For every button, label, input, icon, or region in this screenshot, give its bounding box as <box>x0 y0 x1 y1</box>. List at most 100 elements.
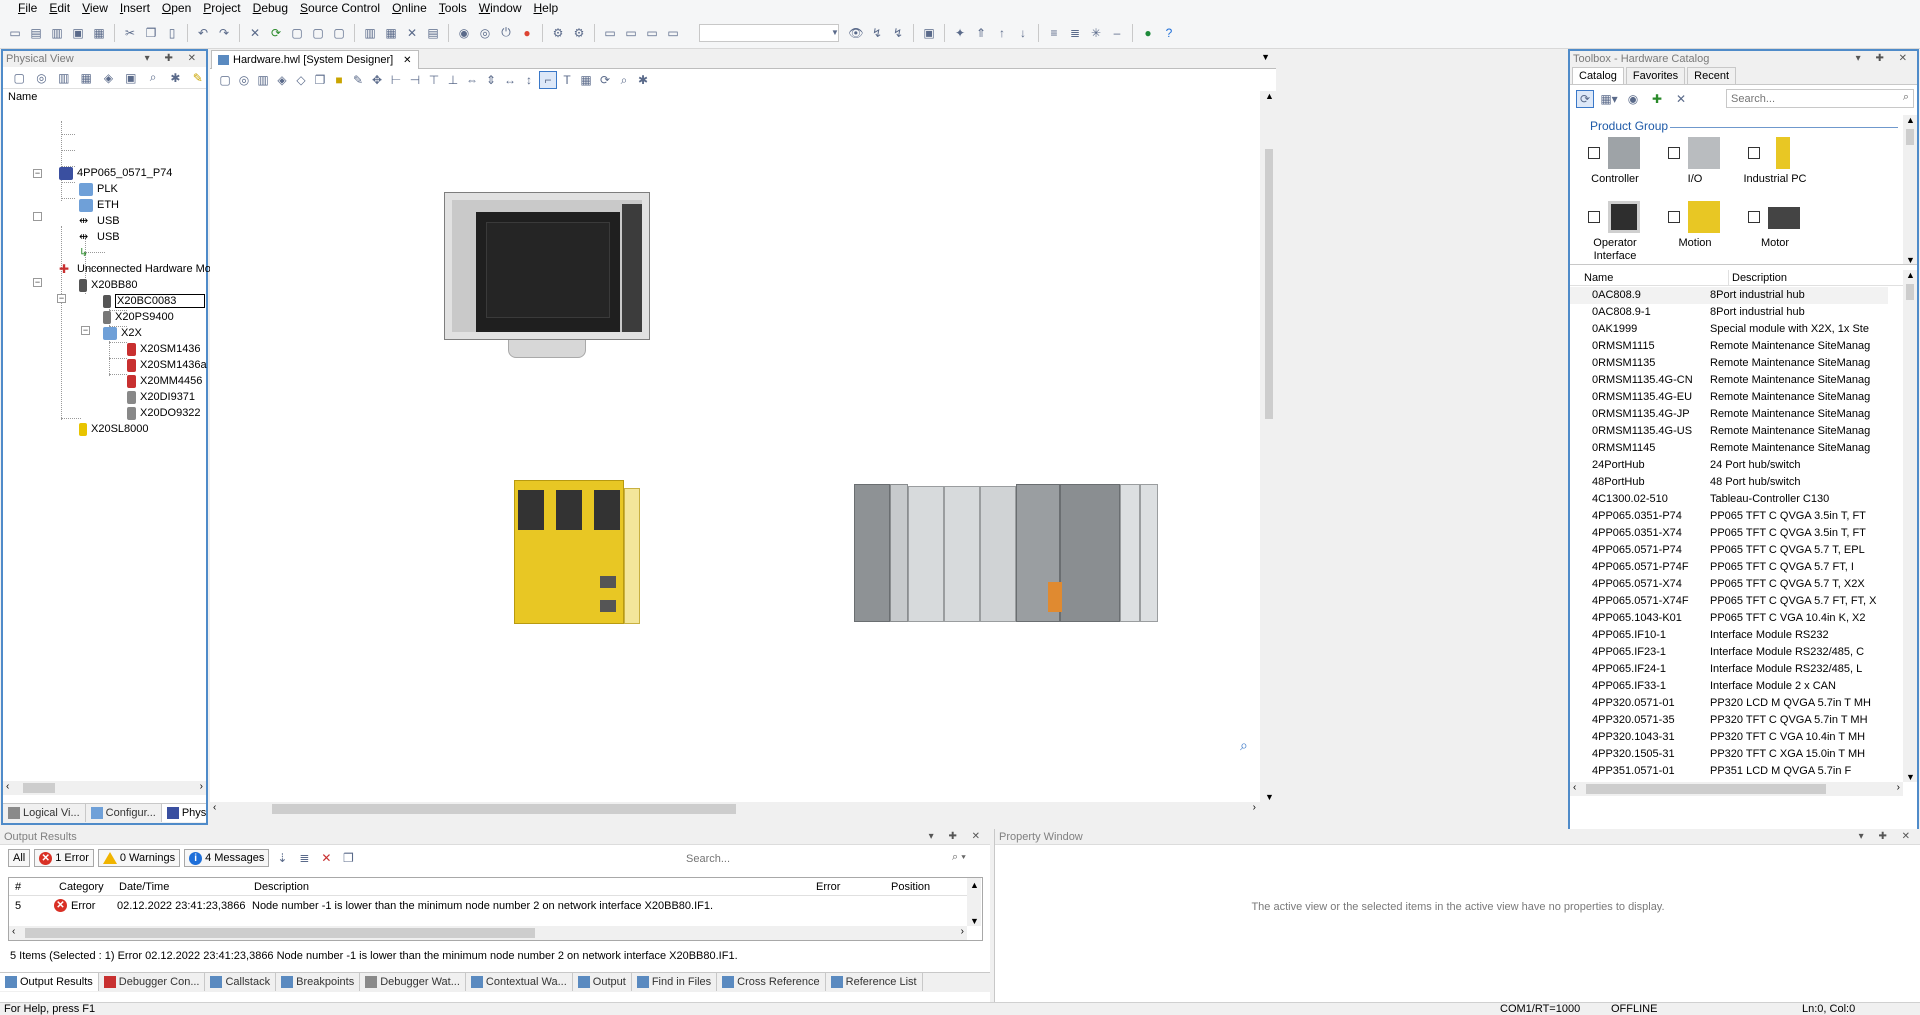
power-icon[interactable]: ⏻ <box>497 24 515 42</box>
window-icon[interactable]: ▭ <box>601 24 619 42</box>
panel-window-buttons[interactable]: ▾ ✚ ✕ <box>145 51 202 67</box>
column-position[interactable]: Position <box>891 878 930 896</box>
scroll-down-icon[interactable]: ▼ <box>970 916 979 926</box>
output-search-input[interactable] <box>682 849 978 868</box>
zoom-fit-icon[interactable]: ⌕ <box>1240 737 1248 754</box>
tab-catalog[interactable]: Catalog <box>1572 67 1624 84</box>
screen-icon[interactable]: ▣ <box>920 24 938 42</box>
build-icon[interactable]: ▥ <box>361 24 379 42</box>
motor-checkbox[interactable] <box>1748 211 1760 223</box>
tab-breakpoints[interactable]: Breakpoints <box>276 973 361 991</box>
collapse-toggle[interactable]: − <box>57 294 66 303</box>
tab-output[interactable]: Output <box>573 973 632 991</box>
menu-project[interactable]: Project <box>197 0 246 17</box>
tab-reference-list[interactable]: Reference List <box>826 973 923 991</box>
canvas-vscrollbar[interactable]: ▲ ▼ <box>1262 91 1276 802</box>
help-icon[interactable]: ? <box>1160 24 1178 42</box>
catalog-row[interactable]: 4PP320.1043-31 PP320 TFT C VGA 10.4in T M… <box>1570 729 1888 746</box>
collapse-toggle[interactable]: − <box>33 169 42 178</box>
product-group-motor[interactable]: Motor <box>1740 201 1810 261</box>
clear-filter-icon[interactable]: ✕ <box>1672 90 1690 108</box>
tab-contextual-wa[interactable]: Contextual Wa... <box>466 973 573 991</box>
filter-warnings-button[interactable]: 0 Warnings <box>97 849 181 867</box>
scroll-up-icon[interactable]: ▲ <box>1906 115 1915 125</box>
catalog-row[interactable]: 0AK1999 Special module with X2X, 1x Ste <box>1570 321 1888 338</box>
tree-item-connector[interactable]: ↳ <box>79 245 97 261</box>
pv-tool-icon[interactable]: ◈ <box>100 69 116 87</box>
pv-search-icon[interactable]: ⌕ <box>145 69 161 87</box>
catalog-row[interactable]: 4PP065.IF10-1 Interface Module RS232 <box>1570 627 1888 644</box>
tab-callstack[interactable]: Callstack <box>205 973 277 991</box>
globe-icon[interactable]: ● <box>1139 24 1157 42</box>
controller-checkbox[interactable] <box>1588 147 1600 159</box>
move-up-icon[interactable]: ⇑ <box>972 24 990 42</box>
scroll-left-icon[interactable]: ‹ <box>213 802 216 813</box>
pick-icon[interactable]: ✥ <box>368 71 386 89</box>
align-left-icon[interactable]: ⊢ <box>387 71 405 89</box>
catalog-row[interactable]: 24PortHub 24 Port hub/switch <box>1570 457 1888 474</box>
tree-item-plk[interactable]: PLK <box>79 181 118 197</box>
scroll-thumb[interactable] <box>1906 284 1914 300</box>
center-h-icon[interactable]: ⇔ <box>463 71 481 89</box>
menu-tools[interactable]: Tools <box>433 0 473 17</box>
design-canvas[interactable]: ⌕ <box>210 91 1260 802</box>
arrow-down-icon[interactable]: ↓ <box>1014 24 1032 42</box>
open-folder-icon[interactable]: ▥ <box>48 24 66 42</box>
filter-errors-button[interactable]: ✕ 1 Error <box>34 849 94 867</box>
scroll-down-icon[interactable]: ▼ <box>1906 772 1915 782</box>
lock-icon[interactable]: ■ <box>330 71 348 89</box>
find-icon[interactable]: ⌕ <box>615 71 633 89</box>
column-error[interactable]: Error <box>816 878 840 896</box>
tree-item-x20di9371[interactable]: X20DI9371 <box>127 389 195 405</box>
chevron-down-icon[interactable]: ▼ <box>826 24 844 42</box>
align-right-icon[interactable]: ⊣ <box>406 71 424 89</box>
tab-logical-view[interactable]: Logical Vi... <box>3 804 86 822</box>
x20-io-station-device[interactable] <box>854 478 1158 628</box>
scroll-left-icon[interactable]: ‹ <box>6 781 9 792</box>
tile-icon[interactable]: ▭ <box>622 24 640 42</box>
online-icon[interactable]: ◎ <box>476 24 494 42</box>
scroll-right-icon[interactable]: › <box>1253 802 1256 813</box>
catalog-row[interactable]: 0AC808.9-1 8Port industrial hub <box>1570 304 1888 321</box>
catalog-row[interactable]: 4PP320.0571-35 PP320 TFT C QVGA 5.7in T M… <box>1570 712 1888 729</box>
panel-window-buttons[interactable]: ▾ ✚ ✕ <box>1859 829 1916 845</box>
tab-debugger-wat[interactable]: Debugger Wat... <box>360 973 466 991</box>
catalog-row[interactable]: 4PP065.IF23-1 Interface Module RS232/485,… <box>1570 644 1888 661</box>
filter-all-button[interactable]: All <box>8 849 31 867</box>
menu-edit[interactable]: Edit <box>43 0 76 17</box>
scroll-up-icon[interactable]: ▲ <box>1265 91 1274 101</box>
pv-config-icon[interactable]: ✎ <box>190 69 206 87</box>
product-group-controller[interactable]: Controller <box>1580 137 1650 197</box>
copy-icon[interactable]: ❐ <box>142 24 160 42</box>
traffic-light-icon[interactable]: ● <box>518 24 536 42</box>
copy-results-icon[interactable]: ❐ <box>339 849 357 867</box>
scroll-down-icon[interactable]: ▼ <box>1906 255 1915 264</box>
io-checkbox[interactable] <box>1668 147 1680 159</box>
scroll-thumb[interactable] <box>272 804 736 814</box>
logger-icon[interactable]: ↯ <box>889 24 907 42</box>
product-group-scrollbar[interactable]: ▲ ▼ <box>1903 115 1917 264</box>
pin-icon[interactable]: ✦ <box>951 24 969 42</box>
pv-tool-icon[interactable]: ▥ <box>56 69 72 87</box>
filter-messages-button[interactable]: i4 Messages <box>184 849 270 867</box>
catalog-vscrollbar[interactable]: ▲ ▼ <box>1903 270 1917 782</box>
monitor-icon[interactable]: ◉ <box>455 24 473 42</box>
physical-view-hscrollbar[interactable]: ‹ › <box>3 781 206 795</box>
brush-icon[interactable]: ✎ <box>349 71 367 89</box>
tree-item-plc[interactable]: 4PP065_0571_P74 <box>59 165 172 181</box>
catalog-row[interactable]: 4PP351.0571-01 PP351 LCD M QVGA 5.7in F <box>1570 763 1888 780</box>
catalog-row[interactable]: 0RMSM1115 Remote Maintenance SiteManag <box>1570 338 1888 355</box>
output-hscrollbar[interactable]: ‹ › <box>9 926 967 940</box>
tab-find-in-files[interactable]: Find in Files <box>632 973 718 991</box>
minus-icon[interactable]: – <box>1108 24 1126 42</box>
add-favorite-icon[interactable]: ✚ <box>1648 90 1666 108</box>
gear-icon[interactable]: ⚙ <box>570 24 588 42</box>
scroll-right-icon[interactable]: › <box>200 781 203 792</box>
product-group-io[interactable]: I/O <box>1660 137 1730 197</box>
comment-icon[interactable]: ▭ <box>643 24 661 42</box>
collapse-toggle[interactable] <box>33 212 42 221</box>
catalog-row[interactable]: 4PP065.0571-X74F PP065 TFT C QVGA 5.7 FT,… <box>1570 593 1888 610</box>
scroll-right-icon[interactable]: › <box>1897 782 1900 793</box>
catalog-row[interactable]: 4PP065.0351-X74 PP065 TFT C QVGA 3.5in T,… <box>1570 525 1888 542</box>
search-icon[interactable]: ⌕ <box>1903 91 1909 104</box>
